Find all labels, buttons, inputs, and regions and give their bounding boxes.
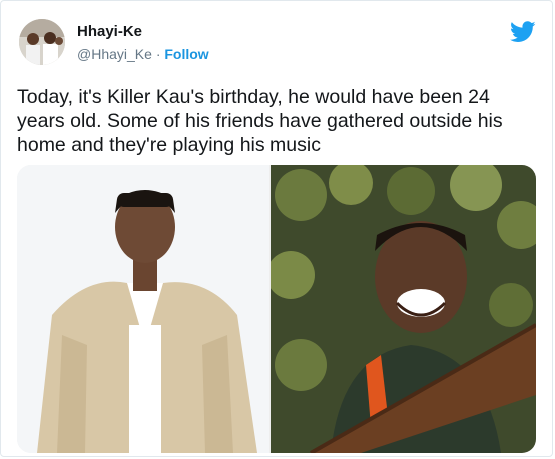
author-handle-line: @Hhayi_Ke · Follow (77, 46, 209, 62)
follow-button[interactable]: Follow (164, 46, 208, 62)
separator-dot: · (155, 46, 161, 62)
photo-right[interactable] (271, 165, 536, 453)
twitter-bird-icon[interactable] (510, 21, 536, 43)
photo-left[interactable] (17, 165, 269, 453)
author-handle[interactable]: @Hhayi_Ke (77, 46, 152, 62)
tweet-text: Today, it's Killer Kau's birthday, he wo… (17, 86, 503, 156)
author-name[interactable]: Hhayi-Ke (77, 23, 142, 40)
tweet-media[interactable] (17, 165, 536, 453)
tweet-header: Hhayi-Ke @Hhayi_Ke · Follow (15, 15, 540, 67)
tweet-card: Hhayi-Ke @Hhayi_Ke · Follow Today, it's … (0, 0, 553, 457)
avatar[interactable] (19, 19, 65, 65)
